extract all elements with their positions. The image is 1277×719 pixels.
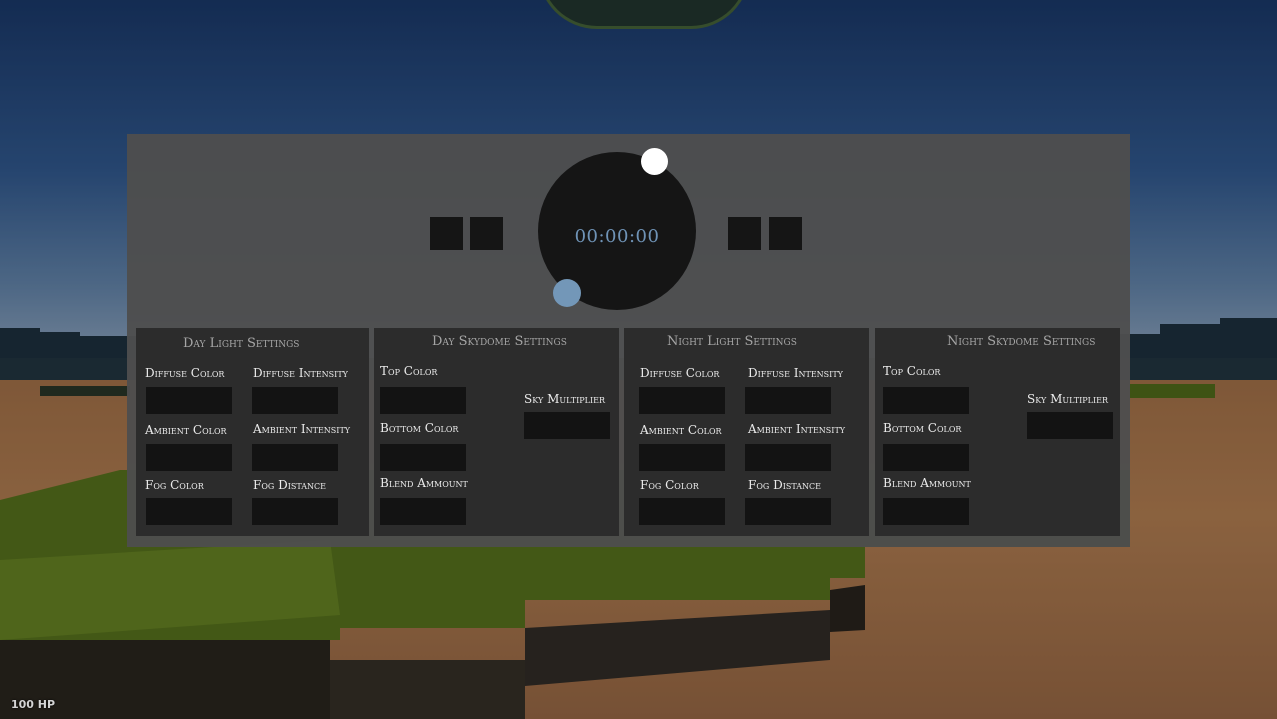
sun-position-handle[interactable] (641, 148, 668, 175)
time-rewind-fast-button[interactable] (430, 217, 463, 250)
field-label: Top Color (380, 364, 438, 378)
night-ambient-color-input[interactable] (639, 444, 725, 471)
field-label: Ambient Color (640, 423, 722, 437)
field-label: Ambient Intensity (253, 422, 351, 436)
field-label: Fog Color (640, 478, 699, 492)
night-fog-distance-input[interactable] (745, 498, 831, 525)
night-bottom-color-input[interactable] (883, 444, 969, 471)
field-label: Sky Multiplier (524, 392, 605, 406)
night-sky-multiplier-input[interactable] (1027, 412, 1113, 439)
field-label: Top Color (883, 364, 941, 378)
field-label: Blend Ammount (380, 476, 468, 490)
day-top-color-input[interactable] (380, 387, 466, 414)
time-forward-fast-button[interactable] (769, 217, 802, 250)
day-sky-multiplier-input[interactable] (524, 412, 610, 439)
night-top-color-input[interactable] (883, 387, 969, 414)
section-title: Day Skydome Settings (432, 334, 567, 349)
field-label: Bottom Color (883, 421, 962, 435)
day-bottom-color-input[interactable] (380, 444, 466, 471)
section-title: Night Light Settings (667, 334, 797, 349)
moon-position-handle[interactable] (553, 279, 581, 307)
night-ambient-intensity-input[interactable] (745, 444, 831, 471)
field-label: Diffuse Intensity (748, 366, 843, 380)
day-fog-color-input[interactable] (146, 498, 232, 525)
field-label: Fog Distance (253, 478, 326, 492)
day-ambient-color-input[interactable] (146, 444, 232, 471)
day-fog-distance-input[interactable] (252, 498, 338, 525)
field-label: Diffuse Color (145, 366, 225, 380)
field-label: Diffuse Intensity (253, 366, 348, 380)
day-blend-amount-input[interactable] (380, 498, 466, 525)
night-fog-color-input[interactable] (639, 498, 725, 525)
field-label: Fog Distance (748, 478, 821, 492)
field-label: Ambient Color (145, 423, 227, 437)
day-diffuse-intensity-input[interactable] (252, 387, 338, 414)
night-diffuse-intensity-input[interactable] (745, 387, 831, 414)
day-ambient-intensity-input[interactable] (252, 444, 338, 471)
section-title: Night Skydome Settings (947, 334, 1096, 349)
field-label: Fog Color (145, 478, 204, 492)
field-label: Bottom Color (380, 421, 459, 435)
clock-time: 00:00:00 (574, 226, 660, 247)
health-indicator: 100 HP (11, 698, 56, 711)
night-blend-amount-input[interactable] (883, 498, 969, 525)
day-diffuse-color-input[interactable] (146, 387, 232, 414)
field-label: Ambient Intensity (748, 422, 846, 436)
time-rewind-button[interactable] (470, 217, 503, 250)
night-diffuse-color-input[interactable] (639, 387, 725, 414)
field-label: Diffuse Color (640, 366, 720, 380)
field-label: Blend Ammount (883, 476, 971, 490)
section-title: Day Light Settings (183, 336, 300, 351)
time-forward-button[interactable] (728, 217, 761, 250)
field-label: Sky Multiplier (1027, 392, 1108, 406)
